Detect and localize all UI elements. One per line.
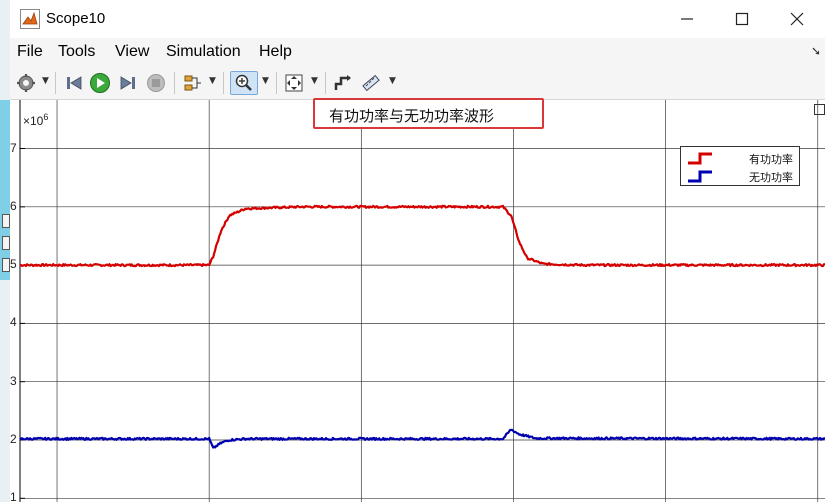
fit-to-view-icon [285, 74, 303, 92]
matlab-icon [20, 9, 40, 29]
maximize-icon [735, 12, 749, 26]
highlight-block-button[interactable] [331, 71, 355, 95]
y-tick-label: 5 [10, 257, 17, 272]
y-tick-label: 2 [10, 432, 17, 446]
y-tick-label: 1 [10, 490, 17, 502]
y-tick-label: 6 [10, 198, 17, 213]
y-tick-label: 7 [10, 140, 17, 155]
menu-tools[interactable]: Tools [58, 43, 95, 61]
toolbar: ▼ ▼ ▼ ▼ ▼ [10, 66, 825, 100]
chevron-down-icon[interactable]: ▼ [262, 76, 269, 86]
toolbar-separator [223, 72, 224, 94]
y-tick-label: 3 [10, 373, 17, 388]
legend-label-reactive-power: 无功功率 [749, 171, 793, 184]
plot-title-box: 有功功率与无功功率波形 [313, 98, 544, 129]
step-back-icon [67, 76, 82, 90]
menu-view[interactable]: View [115, 43, 149, 61]
legend-swatch-active-power [688, 152, 712, 165]
step-back-button[interactable] [62, 71, 86, 95]
stop-button[interactable] [144, 71, 168, 95]
fit-to-view-button[interactable] [282, 71, 306, 95]
toolbar-separator [325, 72, 326, 94]
legend-swatch-reactive-power [688, 170, 712, 183]
measurement-icon [362, 74, 380, 92]
y-tick-label: 4 [10, 315, 17, 330]
toolbar-separator [174, 72, 175, 94]
menu-file[interactable]: File [17, 43, 43, 61]
plot-title: 有功功率与无功功率波形 [329, 107, 495, 125]
chevron-down-icon[interactable]: ▼ [42, 76, 49, 86]
title-bar: Scope10 [10, 0, 825, 38]
run-icon [90, 73, 110, 93]
menu-simulation[interactable]: Simulation [166, 43, 241, 61]
gear-icon [17, 74, 35, 92]
minimize-icon [681, 18, 693, 20]
y-exponent-base: ×10 [23, 114, 44, 128]
settings-button[interactable] [14, 71, 38, 95]
legend-label-active-power: 有功功率 [749, 153, 793, 166]
close-button[interactable] [770, 0, 824, 38]
menu-dock-arrow-icon[interactable]: ➘ [811, 44, 821, 58]
close-icon [790, 12, 804, 26]
minimize-button[interactable] [660, 0, 714, 38]
y-axis-exponent: ×106 [23, 112, 48, 128]
signal-selector-button[interactable] [180, 71, 204, 95]
legend-item-active-power: 有功功率 [681, 149, 799, 167]
zoom-in-button[interactable] [230, 71, 258, 95]
highlight-block-icon [334, 75, 351, 90]
run-button[interactable] [88, 71, 112, 95]
chevron-down-icon[interactable]: ▼ [209, 76, 216, 86]
chevron-down-icon[interactable]: ▼ [311, 76, 318, 86]
toolbar-separator [276, 72, 277, 94]
toolbar-separator [55, 72, 56, 94]
step-forward-button[interactable] [116, 71, 140, 95]
legend-item-reactive-power: 无功功率 [681, 167, 799, 185]
legend[interactable]: 有功功率 无功功率 [680, 146, 800, 186]
stop-icon [147, 74, 165, 92]
chevron-down-icon[interactable]: ▼ [389, 76, 396, 86]
measurement-button[interactable] [359, 71, 383, 95]
maximize-button[interactable] [715, 0, 769, 38]
menu-bar: File Tools View Simulation Help ➘ [10, 38, 825, 66]
y-exponent-power: 6 [43, 112, 49, 122]
menu-help[interactable]: Help [259, 43, 292, 61]
window-title: Scope10 [46, 10, 106, 27]
undock-icon[interactable] [814, 104, 825, 115]
step-forward-icon [120, 76, 135, 90]
signal-selector-icon [184, 75, 201, 91]
zoom-in-icon [235, 74, 252, 91]
